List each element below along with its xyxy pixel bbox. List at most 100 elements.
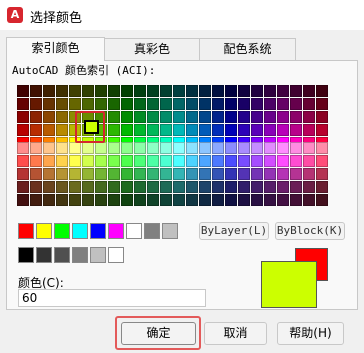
- aci-color-cell[interactable]: [17, 85, 29, 97]
- aci-color-cell[interactable]: [264, 194, 276, 206]
- standard-color-swatch[interactable]: [72, 223, 88, 239]
- aci-color-cell[interactable]: [303, 98, 315, 110]
- aci-color-cell[interactable]: [251, 181, 263, 193]
- aci-color-cell[interactable]: [95, 181, 107, 193]
- aci-color-cell[interactable]: [173, 85, 185, 97]
- aci-color-cell[interactable]: [238, 124, 250, 136]
- aci-color-cell[interactable]: [225, 194, 237, 206]
- aci-color-cell[interactable]: [186, 111, 198, 123]
- aci-color-cell[interactable]: [56, 124, 68, 136]
- tab-index-color[interactable]: 索引颜色: [6, 37, 105, 61]
- aci-color-cell[interactable]: [290, 85, 302, 97]
- aci-color-cell[interactable]: [199, 111, 211, 123]
- aci-color-cell[interactable]: [316, 111, 328, 123]
- aci-color-cell[interactable]: [108, 168, 120, 180]
- aci-color-cell[interactable]: [121, 168, 133, 180]
- aci-color-cell[interactable]: [251, 111, 263, 123]
- aci-color-cell[interactable]: [238, 142, 250, 154]
- aci-color-cell[interactable]: [186, 194, 198, 206]
- aci-color-cell[interactable]: [212, 85, 224, 97]
- aci-color-cell[interactable]: [212, 194, 224, 206]
- aci-color-cell[interactable]: [251, 124, 263, 136]
- aci-color-cell[interactable]: [238, 98, 250, 110]
- aci-color-cell[interactable]: [225, 142, 237, 154]
- aci-color-cell[interactable]: [30, 142, 42, 154]
- aci-color-cell[interactable]: [43, 124, 55, 136]
- aci-color-cell[interactable]: [225, 111, 237, 123]
- aci-color-cell[interactable]: [134, 142, 146, 154]
- aci-color-cell[interactable]: [290, 155, 302, 167]
- aci-color-cell[interactable]: [173, 142, 185, 154]
- aci-color-cell[interactable]: [30, 85, 42, 97]
- aci-color-cell[interactable]: [17, 98, 29, 110]
- standard-color-swatch[interactable]: [162, 223, 178, 239]
- cancel-button[interactable]: 取消: [204, 322, 267, 345]
- aci-color-cell[interactable]: [186, 142, 198, 154]
- aci-color-cell[interactable]: [108, 98, 120, 110]
- aci-color-cell[interactable]: [199, 181, 211, 193]
- aci-color-cell[interactable]: [69, 181, 81, 193]
- aci-color-cell[interactable]: [225, 168, 237, 180]
- aci-color-cell[interactable]: [290, 111, 302, 123]
- standard-color-swatch[interactable]: [90, 223, 106, 239]
- aci-color-cell[interactable]: [264, 85, 276, 97]
- aci-color-cell[interactable]: [17, 111, 29, 123]
- aci-color-cell[interactable]: [56, 168, 68, 180]
- aci-color-cell[interactable]: [199, 155, 211, 167]
- aci-color-cell[interactable]: [251, 194, 263, 206]
- gray-color-swatch[interactable]: [36, 247, 52, 263]
- aci-color-cell[interactable]: [277, 124, 289, 136]
- aci-color-cell[interactable]: [303, 168, 315, 180]
- aci-color-cell[interactable]: [225, 181, 237, 193]
- aci-color-cell[interactable]: [251, 155, 263, 167]
- aci-color-cell[interactable]: [173, 181, 185, 193]
- aci-color-cell[interactable]: [277, 181, 289, 193]
- aci-color-cell[interactable]: [147, 155, 159, 167]
- aci-color-cell[interactable]: [56, 142, 68, 154]
- aci-color-cell[interactable]: [134, 168, 146, 180]
- aci-color-cell[interactable]: [303, 111, 315, 123]
- aci-color-cell[interactable]: [316, 98, 328, 110]
- aci-color-cell[interactable]: [17, 181, 29, 193]
- aci-color-cell[interactable]: [147, 98, 159, 110]
- aci-color-cell[interactable]: [173, 155, 185, 167]
- aci-color-cell[interactable]: [199, 98, 211, 110]
- aci-color-cell[interactable]: [56, 181, 68, 193]
- aci-color-cell[interactable]: [82, 168, 94, 180]
- aci-color-cell[interactable]: [147, 111, 159, 123]
- aci-color-cell[interactable]: [277, 111, 289, 123]
- aci-color-cell[interactable]: [82, 181, 94, 193]
- aci-color-cell[interactable]: [147, 194, 159, 206]
- aci-color-cell[interactable]: [160, 168, 172, 180]
- aci-color-cell[interactable]: [43, 85, 55, 97]
- byblock-button[interactable]: ByBlock(K): [275, 222, 345, 240]
- aci-color-cell[interactable]: [56, 155, 68, 167]
- aci-color-cell[interactable]: [43, 142, 55, 154]
- aci-color-cell[interactable]: [82, 98, 94, 110]
- aci-color-cell[interactable]: [316, 168, 328, 180]
- tab-color-books[interactable]: 配色系统: [199, 38, 296, 60]
- aci-color-cell[interactable]: [277, 168, 289, 180]
- aci-color-cell[interactable]: [186, 85, 198, 97]
- tab-true-color[interactable]: 真彩色: [104, 38, 200, 60]
- aci-color-cell[interactable]: [160, 181, 172, 193]
- aci-color-cell[interactable]: [134, 98, 146, 110]
- aci-color-cell[interactable]: [238, 181, 250, 193]
- aci-color-cell[interactable]: [108, 142, 120, 154]
- aci-color-cell[interactable]: [277, 194, 289, 206]
- aci-color-cell[interactable]: [303, 194, 315, 206]
- aci-color-cell[interactable]: [82, 155, 94, 167]
- aci-color-cell[interactable]: [108, 155, 120, 167]
- gray-color-swatch[interactable]: [54, 247, 70, 263]
- aci-color-cell[interactable]: [30, 168, 42, 180]
- help-button[interactable]: 帮助(H): [277, 322, 344, 345]
- aci-color-cell[interactable]: [212, 124, 224, 136]
- color-input[interactable]: 60: [18, 289, 206, 307]
- aci-color-cell[interactable]: [69, 194, 81, 206]
- aci-color-cell[interactable]: [108, 85, 120, 97]
- aci-color-cell[interactable]: [147, 85, 159, 97]
- aci-color-cell[interactable]: [69, 168, 81, 180]
- aci-color-cell[interactable]: [290, 181, 302, 193]
- aci-color-cell[interactable]: [225, 85, 237, 97]
- standard-color-swatch[interactable]: [144, 223, 160, 239]
